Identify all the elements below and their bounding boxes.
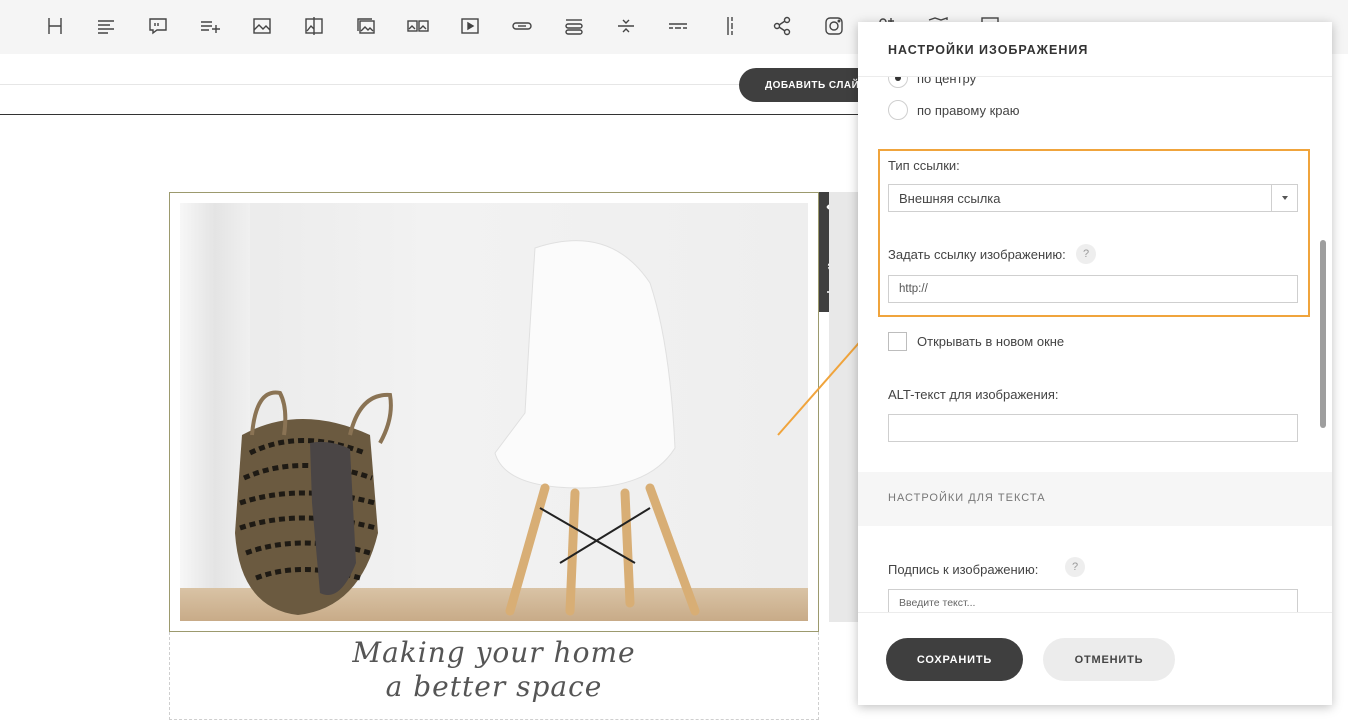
toolbar-divider bbox=[0, 84, 858, 85]
panel-header: НАСТРОЙКИ ИЗОБРАЖЕНИЯ bbox=[858, 22, 1332, 77]
caption-label: Подпись к изображению: bbox=[888, 562, 1039, 577]
caption-line-2: a better space bbox=[385, 670, 603, 703]
text-settings-title: НАСТРОЙКИ ДЛЯ ТЕКСТА bbox=[888, 492, 1046, 504]
open-new-window-label: Открывать в новом окне bbox=[917, 334, 1065, 349]
video-icon[interactable] bbox=[457, 13, 483, 39]
panel-title: НАСТРОЙКИ ИЗОБРАЖЕНИЯ bbox=[888, 43, 1089, 57]
alt-text-input[interactable] bbox=[888, 414, 1298, 442]
instagram-icon[interactable] bbox=[821, 13, 847, 39]
image-link-input[interactable]: http:// bbox=[888, 275, 1298, 303]
open-new-window-checkbox[interactable] bbox=[888, 332, 907, 351]
vertical-divider-icon[interactable] bbox=[717, 13, 743, 39]
save-button[interactable]: СОХРАНИТЬ bbox=[886, 638, 1023, 681]
section-line bbox=[0, 114, 858, 115]
quote-icon[interactable] bbox=[145, 13, 171, 39]
radio-align-right[interactable] bbox=[888, 100, 908, 120]
list-add-icon[interactable] bbox=[197, 13, 223, 39]
buttons-icon[interactable] bbox=[561, 13, 587, 39]
caption-line-1: Making your home bbox=[352, 636, 636, 669]
slide-image[interactable] bbox=[180, 203, 808, 621]
share-icon[interactable] bbox=[769, 13, 795, 39]
align-right-label: по правому краю bbox=[917, 102, 1020, 118]
panel-scrollbar[interactable] bbox=[1320, 240, 1326, 428]
heading-icon[interactable] bbox=[42, 13, 68, 39]
image-compare-icon[interactable] bbox=[301, 13, 327, 39]
chevron-down-icon[interactable] bbox=[1271, 185, 1297, 211]
link-type-value: Внешняя ссылка bbox=[899, 190, 1001, 206]
image-icon[interactable] bbox=[249, 13, 275, 39]
slide-caption[interactable]: Making your home a better space bbox=[169, 636, 819, 704]
button-icon[interactable] bbox=[509, 13, 535, 39]
cancel-button[interactable]: ОТМЕНИТЬ bbox=[1043, 638, 1175, 681]
image-link-label: Задать ссылку изображению: bbox=[888, 247, 1066, 262]
photo-chair-basket bbox=[235, 240, 700, 616]
link-type-label: Тип ссылки: bbox=[888, 158, 960, 173]
open-new-window-option[interactable]: Открывать в новом окне bbox=[888, 332, 1064, 351]
text-settings-section: НАСТРОЙКИ ДЛЯ ТЕКСТА bbox=[858, 472, 1332, 526]
dash-divider-icon[interactable] bbox=[665, 13, 691, 39]
help-icon[interactable]: ? bbox=[1076, 244, 1096, 264]
paragraph-icon[interactable] bbox=[93, 13, 119, 39]
image-settings-panel: НАСТРОЙКИ ИЗОБРАЖЕНИЯ по центру по право… bbox=[858, 22, 1332, 705]
alt-text-label: ALT-текст для изображения: bbox=[888, 387, 1059, 402]
image-pair-icon[interactable] bbox=[405, 13, 431, 39]
gallery-icon[interactable] bbox=[353, 13, 379, 39]
caption-help-icon[interactable]: ? bbox=[1065, 557, 1085, 577]
panel-footer: СОХРАНИТЬ ОТМЕНИТЬ bbox=[858, 612, 1332, 705]
link-type-select[interactable]: Внешняя ссылка bbox=[888, 184, 1298, 212]
align-right-option[interactable]: по правому краю bbox=[888, 100, 1019, 120]
separator-icon[interactable] bbox=[613, 13, 639, 39]
